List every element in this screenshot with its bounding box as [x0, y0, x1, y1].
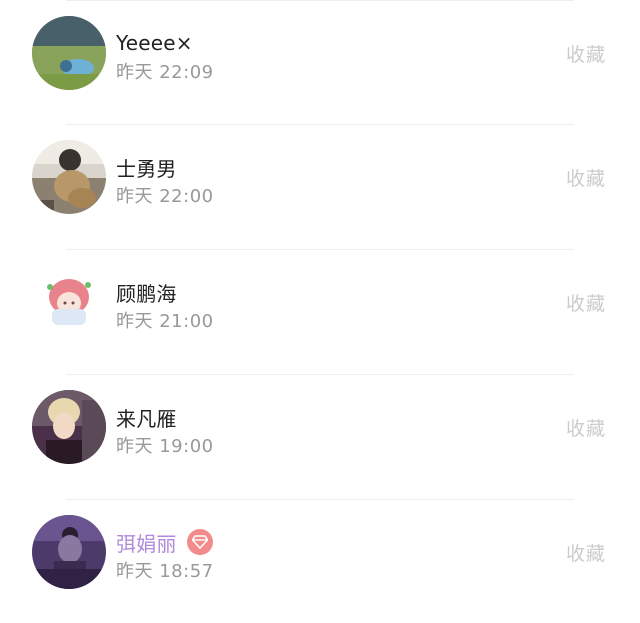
avatar-image — [32, 140, 106, 214]
avatar-image — [32, 265, 106, 339]
avatar-image — [32, 16, 106, 90]
favorite-button[interactable]: 收藏 — [566, 289, 606, 316]
avatar[interactable] — [32, 390, 106, 464]
name-line: 顾鹏海 — [116, 277, 177, 307]
avatar-image — [32, 390, 106, 464]
diamond-icon — [191, 535, 208, 549]
name-line: 士勇男 — [116, 152, 177, 182]
avatar[interactable] — [32, 515, 106, 589]
vip-badge — [186, 529, 213, 555]
avatar-image — [32, 515, 106, 589]
visit-time: 昨天 22:00 — [116, 186, 214, 207]
favorite-button[interactable]: 收藏 — [566, 539, 606, 566]
visit-time: 昨天 21:00 — [116, 311, 214, 332]
list-item[interactable]: 弭娟丽 昨天 18:57 收藏 — [0, 499, 640, 623]
user-name[interactable]: Yeeee× — [116, 31, 193, 55]
visit-time: 昨天 19:00 — [116, 436, 214, 457]
visitor-list: Yeeee× 昨天 22:09 收藏 士勇男 昨天 22:00 收藏 顾鹏海 昨… — [0, 0, 640, 598]
user-name[interactable]: 顾鹏海 — [116, 278, 177, 307]
favorite-button[interactable]: 收藏 — [566, 40, 606, 67]
name-line: 弭娟丽 — [116, 527, 213, 557]
name-line: 来凡雁 — [116, 402, 177, 432]
visit-time: 昨天 18:57 — [116, 561, 214, 582]
avatar[interactable] — [32, 16, 106, 90]
user-name[interactable]: 弭娟丽 — [116, 528, 177, 557]
list-item[interactable]: 顾鹏海 昨天 21:00 收藏 — [0, 249, 640, 373]
user-name[interactable]: 士勇男 — [116, 153, 177, 182]
visit-time: 昨天 22:09 — [116, 62, 214, 83]
avatar[interactable] — [32, 265, 106, 339]
user-name[interactable]: 来凡雁 — [116, 403, 177, 432]
favorite-button[interactable]: 收藏 — [566, 414, 606, 441]
list-item[interactable]: 士勇男 昨天 22:00 收藏 — [0, 124, 640, 248]
list-item[interactable]: 来凡雁 昨天 19:00 收藏 — [0, 374, 640, 498]
name-line: Yeeee× — [116, 28, 193, 58]
avatar[interactable] — [32, 140, 106, 214]
list-item[interactable]: Yeeee× 昨天 22:09 收藏 — [0, 0, 640, 124]
favorite-button[interactable]: 收藏 — [566, 164, 606, 191]
